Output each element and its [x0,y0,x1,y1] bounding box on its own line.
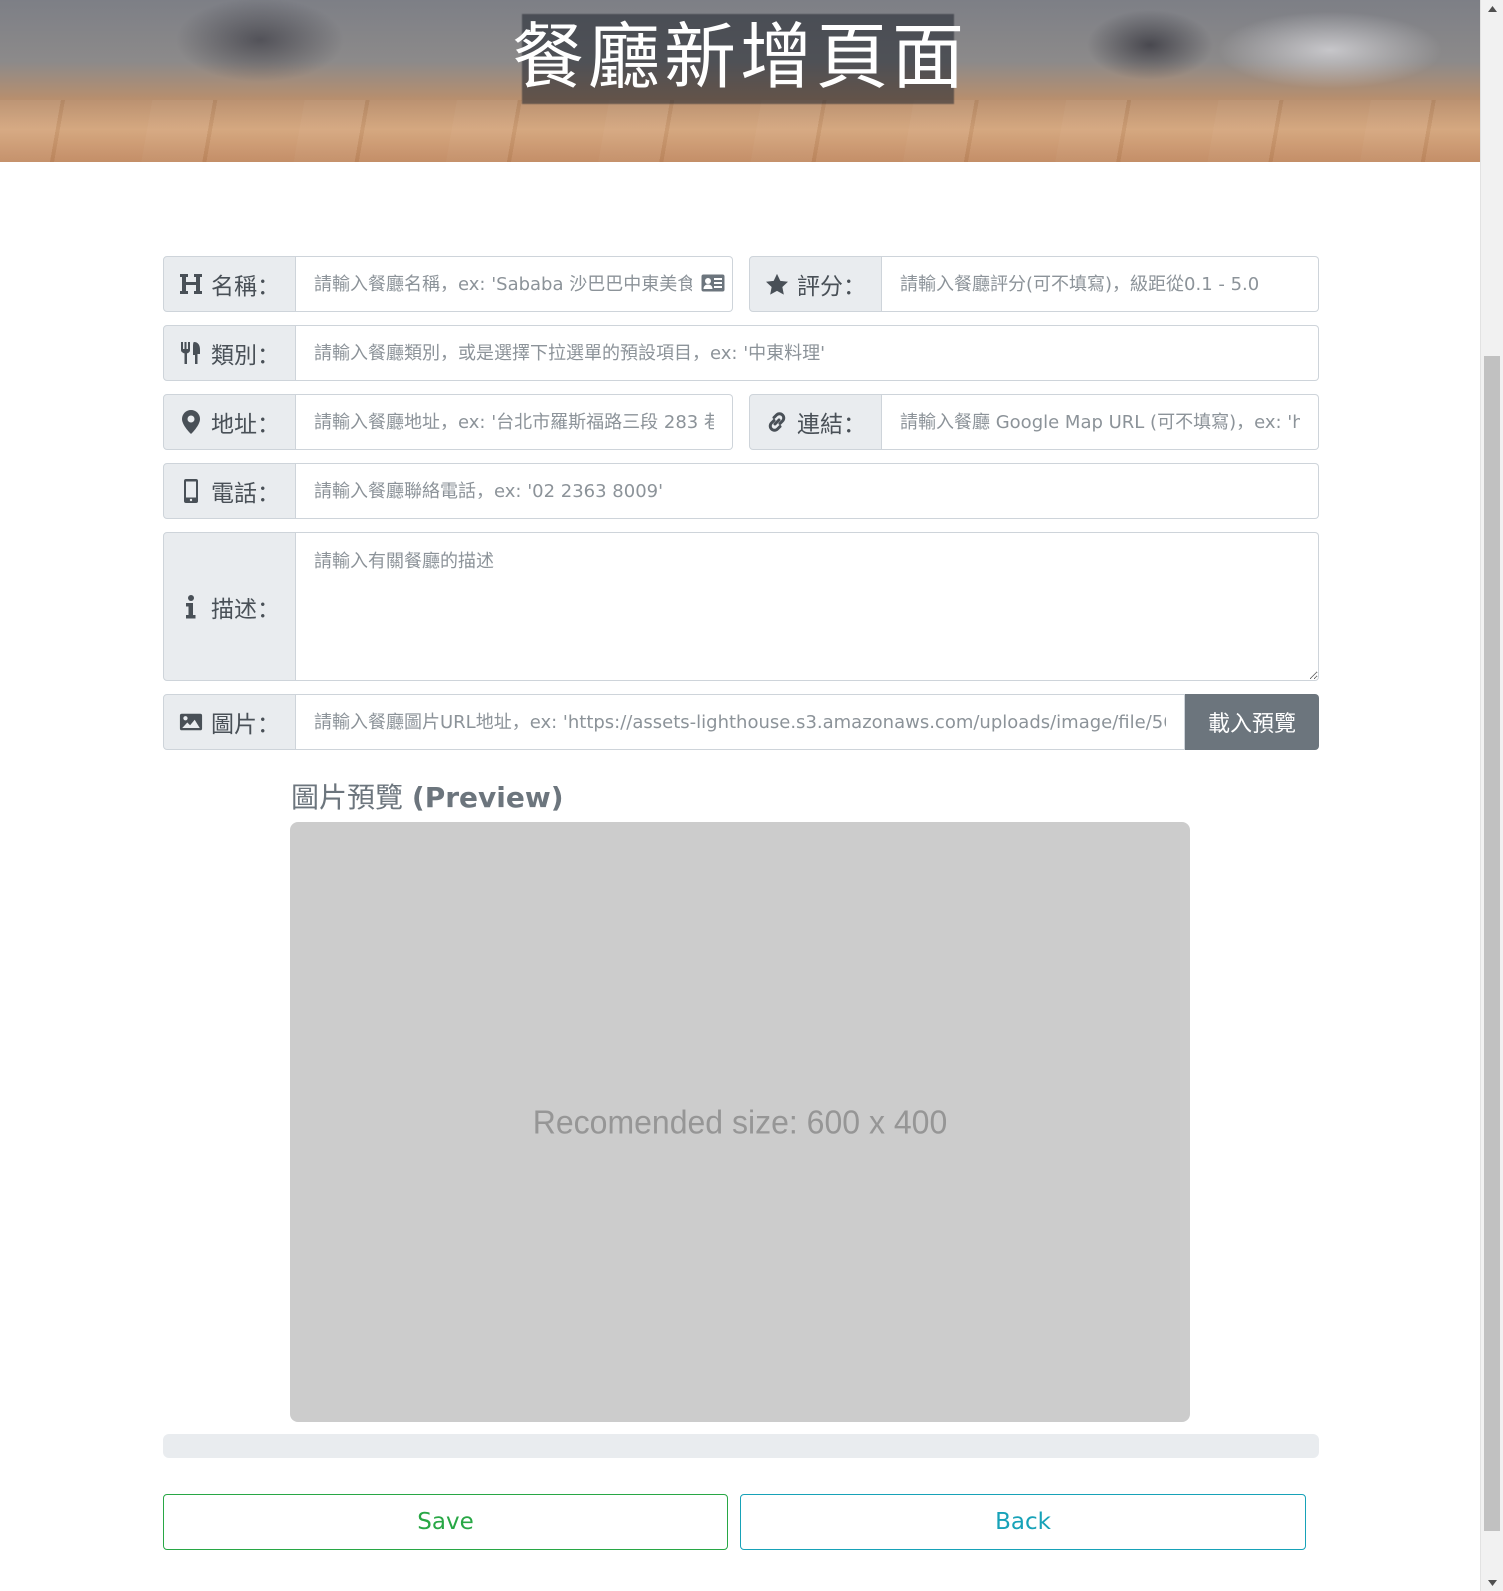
load-preview-button[interactable]: 載入預覽 [1185,694,1319,750]
star-icon [765,272,789,296]
category-input-group: 類別： [163,325,1319,381]
phone-addon: 電話： [163,463,296,519]
description-label: 描述： [211,596,280,623]
scroll-down-arrow-icon[interactable] [1481,1574,1503,1591]
phone-input[interactable] [296,463,1319,519]
info-icon [179,594,203,619]
preview-placeholder-text: Recomended size: 600 x 400 [532,1102,948,1141]
link-icon [765,410,789,434]
name-label: 名稱： [211,274,280,300]
description-textarea[interactable] [296,532,1319,681]
image-url-input[interactable] [296,694,1185,750]
heading-icon [179,272,203,296]
save-button[interactable]: Save [163,1494,728,1550]
image-addon: 圖片： [163,694,296,750]
address-label: 地址： [211,412,280,438]
address-addon: 地址： [163,394,296,450]
contact-card-icon [701,274,725,292]
preview-heading-en: (Preview) [411,781,564,814]
rating-input[interactable] [882,256,1319,312]
image-icon [179,710,203,734]
address-input[interactable] [296,394,733,450]
upload-progress-bar [163,1434,1319,1458]
utensils-icon [179,341,203,365]
link-label: 連結： [797,412,866,438]
address-input-group: 地址： [163,394,733,450]
phone-input-group: 電話： [163,463,1319,519]
scrollbar-thumb[interactable] [1484,356,1500,1531]
rating-input-group: 評分： [749,256,1319,312]
link-input-group: 連結： [749,394,1319,450]
image-input-group: 圖片： 載入預覽 [163,694,1319,750]
link-input[interactable] [882,394,1319,450]
description-addon: 描述： [163,532,296,681]
description-input-group: 描述： [163,532,1319,681]
category-addon: 類別： [163,325,296,381]
banner-wood-texture [0,100,1480,162]
phone-label: 電話： [211,481,280,507]
link-addon: 連結： [749,394,882,450]
scroll-up-arrow-icon[interactable] [1481,0,1503,17]
preview-heading: 圖片預覽 (Preview) [291,776,564,816]
page: 餐廳新增頁面 名稱： 評分： 類 [0,0,1480,1591]
name-input-group: 名稱： [163,256,733,312]
page-title: 餐廳新增頁面 [511,15,968,99]
back-button[interactable]: Back [740,1494,1306,1550]
mobile-icon [179,479,203,503]
category-label: 類別： [211,343,280,369]
rating-label: 評分： [797,274,866,300]
category-input[interactable] [296,325,1319,381]
name-input[interactable] [296,256,733,312]
name-addon: 名稱： [163,256,296,312]
rating-addon: 評分： [749,256,882,312]
vertical-scrollbar[interactable] [1480,0,1503,1591]
image-preview: Recomended size: 600 x 400 [290,822,1190,1422]
header-banner: 餐廳新增頁面 [0,0,1480,162]
map-marker-icon [179,410,203,434]
image-label: 圖片： [211,712,280,738]
preview-heading-cn: 圖片預覽 [291,781,404,814]
